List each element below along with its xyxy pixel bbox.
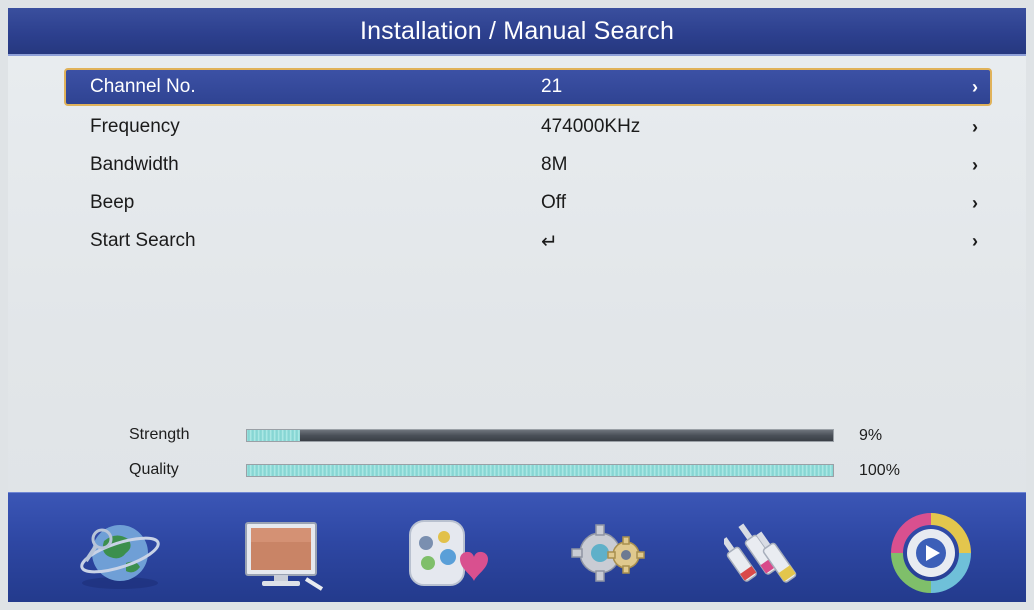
tv-screen: Installation / Manual Search Channel No.… xyxy=(8,8,1026,602)
title-bar: Installation / Manual Search xyxy=(8,8,1026,56)
av-cables-icon[interactable] xyxy=(721,513,810,593)
menu-item-beep[interactable]: Beep Off › xyxy=(64,184,992,222)
menu-item-bandwidth[interactable]: Bandwidth 8M › xyxy=(64,146,992,184)
menu-item-channel-no[interactable]: Channel No. 21 › xyxy=(64,68,992,106)
page-title: Installation / Manual Search xyxy=(359,16,675,45)
settings-gear-icon[interactable] xyxy=(564,513,650,593)
chevron-right-icon: › xyxy=(972,76,978,97)
menu-item-value: 474000KHz xyxy=(541,116,641,137)
strength-percent: 9% xyxy=(859,427,883,444)
tv-monitor-icon[interactable] xyxy=(240,513,326,593)
menu-item-value: Off xyxy=(541,192,566,213)
chevron-right-icon: › xyxy=(972,154,978,175)
menu-item-label: Frequency xyxy=(90,116,180,137)
chevron-right-icon: › xyxy=(972,192,978,213)
menu-item-label: Channel No. xyxy=(90,76,196,97)
chevron-right-icon: › xyxy=(972,230,978,251)
menu-item-label: Start Search xyxy=(90,230,196,251)
quality-bar xyxy=(246,464,834,477)
chevron-right-icon: › xyxy=(972,116,978,137)
menu-item-value: 21 xyxy=(541,76,563,97)
menu-item-frequency[interactable]: Frequency 474000KHz › xyxy=(64,108,992,146)
quality-percent: 100% xyxy=(859,462,900,479)
menu-item-label: Beep xyxy=(90,192,135,213)
play-media-icon[interactable] xyxy=(888,513,974,593)
media-apps-icon[interactable] xyxy=(404,513,490,593)
strength-bar xyxy=(246,429,834,442)
menu-item-start-search[interactable]: Start Search ↵ › xyxy=(64,222,992,260)
menu-item-value: 8M xyxy=(541,154,568,175)
menu-item-label: Bandwidth xyxy=(90,154,179,175)
enter-icon: ↵ xyxy=(541,230,558,253)
settings-menu: Channel No. 21 › Frequency 474000KHz › B… xyxy=(64,68,992,260)
quality-label: Quality xyxy=(129,461,179,478)
quality-meter: Quality 100% xyxy=(8,459,1026,481)
quality-bar-fill xyxy=(247,465,833,476)
globe-satellite-icon[interactable] xyxy=(76,513,162,593)
strength-meter: Strength 9% xyxy=(8,424,1026,446)
strength-bar-fill xyxy=(247,430,300,441)
main-menu-dock xyxy=(8,492,1026,602)
strength-label: Strength xyxy=(129,426,190,443)
